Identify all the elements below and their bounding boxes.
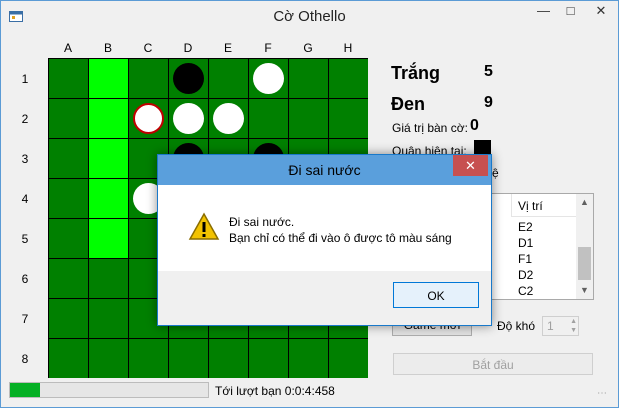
board-cell-a5[interactable] <box>49 219 88 258</box>
column-label: G <box>303 41 313 55</box>
history-item[interactable]: C2 <box>518 284 533 298</box>
row-label: 7 <box>21 312 29 326</box>
turn-progress-bar <box>9 382 209 398</box>
board-cell-f1[interactable] <box>249 59 288 98</box>
column-label: H <box>343 41 353 55</box>
column-label: E <box>223 41 232 55</box>
board-cell-a3[interactable] <box>49 139 88 178</box>
board-cell-b5[interactable] <box>89 219 128 258</box>
invalid-move-dialog: Đi sai nước ✕ Đi sai nước. Bạn chỉ có th… <box>157 154 492 326</box>
white-disc <box>173 103 204 134</box>
board-cell-b3[interactable] <box>89 139 128 178</box>
board-cell-f8[interactable] <box>249 339 288 378</box>
board-cell-d2[interactable] <box>169 99 208 138</box>
close-button[interactable]: ✕ <box>584 1 618 22</box>
column-label: D <box>183 41 193 55</box>
history-column-header[interactable]: Vị trí <box>511 194 576 217</box>
row-label: 1 <box>21 72 29 86</box>
ok-button[interactable]: OK <box>393 282 479 308</box>
minimize-button[interactable]: — <box>530 1 557 22</box>
column-label: A <box>63 41 72 55</box>
dialog-message-line-1: Đi sai nước. <box>229 215 295 229</box>
board-cell-g1[interactable] <box>289 59 328 98</box>
dialog-title-bar[interactable]: Đi sai nước ✕ <box>158 155 491 185</box>
board-cell-b4[interactable] <box>89 179 128 218</box>
column-label: F <box>264 41 272 55</box>
board-cell-d8[interactable] <box>169 339 208 378</box>
spinner-arrows-icon[interactable]: ▲ ▼ <box>570 317 577 335</box>
board-cell-b1[interactable] <box>89 59 128 98</box>
black-score-label: Đen <box>391 94 426 114</box>
column-label: B <box>103 41 112 55</box>
white-score-label: Trắng <box>391 63 441 83</box>
status-bar: Tới lượt bạn 0:0:4:458 ⋯ <box>1 379 618 407</box>
board-cell-b8[interactable] <box>89 339 128 378</box>
black-disc <box>173 63 204 94</box>
board-cell-c8[interactable] <box>129 339 168 378</box>
row-label: 8 <box>21 352 29 366</box>
white-disc <box>213 103 244 134</box>
board-cell-f2[interactable] <box>249 99 288 138</box>
board-cell-h1[interactable] <box>329 59 368 98</box>
history-item[interactable]: F1 <box>518 252 532 266</box>
resize-grip-icon[interactable]: ⋯ <box>597 388 607 399</box>
history-scrollbar[interactable]: ▲ ▼ <box>576 194 593 299</box>
board-cell-g8[interactable] <box>289 339 328 378</box>
dialog-footer: OK <box>158 271 491 325</box>
row-label: 6 <box>21 272 29 286</box>
board-value-label: Giá trị bàn cờ: <box>392 121 468 135</box>
board-cell-e8[interactable] <box>209 339 248 378</box>
row-label: 3 <box>21 152 29 166</box>
board-cell-c1[interactable] <box>129 59 168 98</box>
scroll-up-arrow-icon[interactable]: ▲ <box>576 194 593 211</box>
board-cell-b6[interactable] <box>89 259 128 298</box>
board-cell-g2[interactable] <box>289 99 328 138</box>
history-item[interactable]: E2 <box>518 220 533 234</box>
warning-icon <box>188 212 220 240</box>
board-cell-a4[interactable] <box>49 179 88 218</box>
column-label: C <box>143 41 153 55</box>
board-cell-a7[interactable] <box>49 299 88 338</box>
board-cell-b2[interactable] <box>89 99 128 138</box>
board-cell-c2[interactable] <box>129 99 168 138</box>
progress-fill <box>10 383 40 397</box>
board-cell-h2[interactable] <box>329 99 368 138</box>
row-label: 4 <box>21 192 29 206</box>
board-cell-h8[interactable] <box>329 339 368 378</box>
history-item[interactable]: D1 <box>518 236 533 250</box>
difficulty-spinner[interactable]: 1 ▲ ▼ <box>542 316 579 336</box>
dialog-body: Đi sai nước. Bạn chỉ có thể đi vào ô đượ… <box>158 185 491 271</box>
status-text: Tới lượt bạn 0:0:4:458 <box>215 384 335 398</box>
board-cell-d1[interactable] <box>169 59 208 98</box>
difficulty-label: Độ khó <box>497 319 536 333</box>
scroll-thumb[interactable] <box>578 247 591 280</box>
difficulty-value: 1 <box>547 319 554 333</box>
black-score-value: 9 <box>484 94 493 111</box>
board-cell-a8[interactable] <box>49 339 88 378</box>
row-label: 5 <box>21 232 29 246</box>
board-cell-a2[interactable] <box>49 99 88 138</box>
board-cell-a1[interactable] <box>49 59 88 98</box>
board-value: 0 <box>470 117 479 134</box>
title-bar[interactable]: Cờ Othello — □ ✕ <box>1 1 618 31</box>
scroll-down-arrow-icon[interactable]: ▼ <box>576 282 593 299</box>
dialog-message-line-2: Bạn chỉ có thể đi vào ô được tô màu sáng <box>229 231 452 245</box>
white-score-value: 5 <box>484 63 493 80</box>
history-item[interactable]: D2 <box>518 268 533 282</box>
dialog-title: Đi sai nước <box>288 162 361 178</box>
dialog-close-button[interactable]: ✕ <box>453 155 488 176</box>
white-disc <box>133 103 164 134</box>
board-cell-a6[interactable] <box>49 259 88 298</box>
maximize-button[interactable]: □ <box>557 1 584 22</box>
hint-checkbox-label[interactable]: ệ <box>492 166 499 180</box>
row-label: 2 <box>21 112 29 126</box>
start-button[interactable]: Bắt đầu <box>393 353 593 375</box>
board-cell-e1[interactable] <box>209 59 248 98</box>
board-cell-e2[interactable] <box>209 99 248 138</box>
window-title: Cờ Othello <box>273 8 346 25</box>
board-cell-b7[interactable] <box>89 299 128 338</box>
white-disc <box>253 63 284 94</box>
